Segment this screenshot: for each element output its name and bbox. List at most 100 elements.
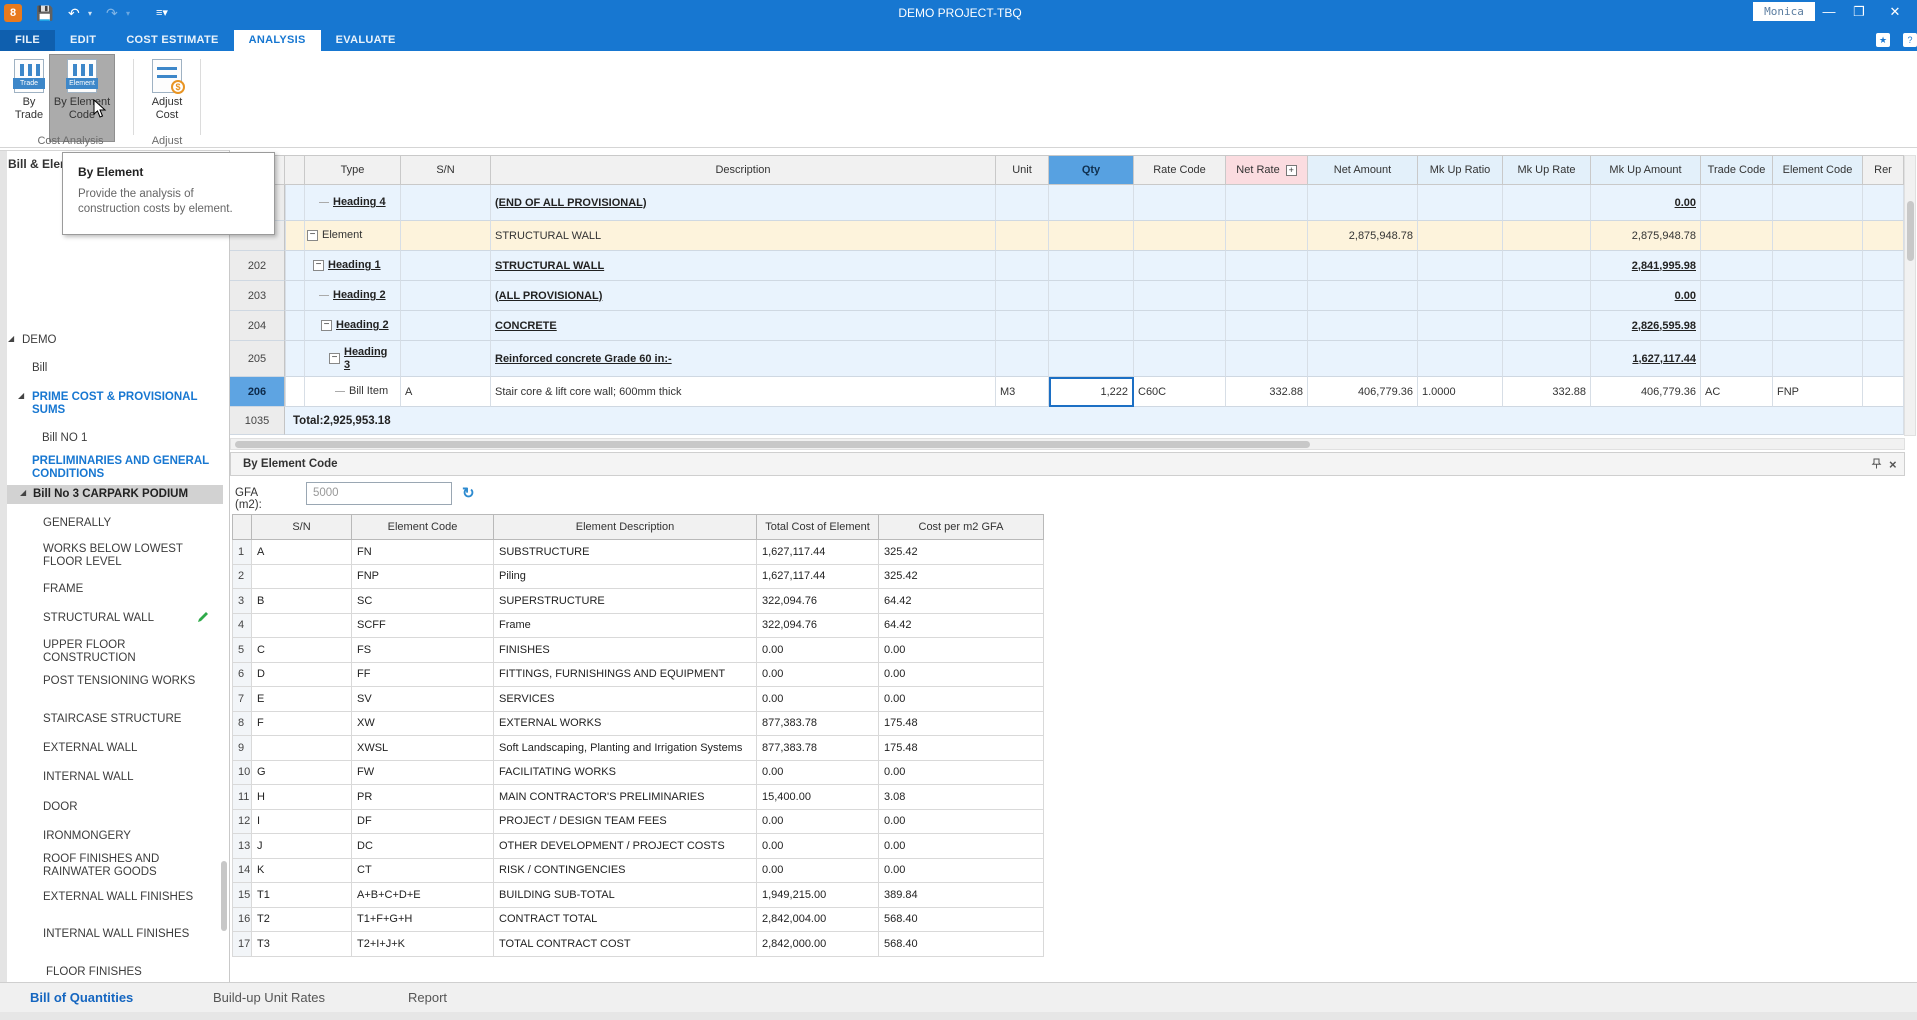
- close-button[interactable]: ✕: [1884, 4, 1906, 20]
- grid-column-header-qty[interactable]: Qty: [1049, 155, 1134, 185]
- element-table-row-11[interactable]: 11HPRMAIN CONTRACTOR'S PRELIMINARIES15,4…: [232, 785, 1044, 810]
- help-icon[interactable]: ?: [1903, 33, 1917, 47]
- grid-cell-desc[interactable]: STRUCTURAL WALL: [491, 221, 996, 251]
- restore-button[interactable]: ❐: [1848, 4, 1870, 20]
- footer-tab-bill-of-quantities[interactable]: Bill of Quantities: [30, 990, 133, 1005]
- ribbon-button-by-trade[interactable]: TradeByTrade: [8, 55, 50, 141]
- grid-cell-qty[interactable]: [1049, 341, 1134, 377]
- grid-row-204[interactable]: 204−Heading 2CONCRETE2,826,595.98: [230, 311, 1904, 341]
- element-table-row-9[interactable]: 9XWSLSoft Landscaping, Planting and Irri…: [232, 736, 1044, 761]
- grid-cell-desc[interactable]: (ALL PROVISIONAL): [491, 281, 996, 311]
- grid-column-header-element_code[interactable]: Element Code: [1773, 155, 1863, 185]
- ribbon-button-by-element-code[interactable]: ElementBy ElementCode: [50, 55, 114, 141]
- grid-cell-qty[interactable]: [1049, 221, 1134, 251]
- sidebar-item-post-tensioning-works[interactable]: POST TENSIONING WORKS: [43, 675, 221, 688]
- sidebar-item-roof-finishes-and-rainwater-goods[interactable]: ROOF FINISHES AND RAINWATER GOODS: [43, 853, 221, 879]
- sidebar-item-staircase-structure[interactable]: STAIRCASE STRUCTURE: [43, 713, 221, 726]
- menu-tab-analysis[interactable]: ANALYSIS: [234, 30, 321, 51]
- sidebar-item-generally[interactable]: GENERALLY: [43, 517, 221, 530]
- grid-cell-desc[interactable]: CONCRETE: [491, 311, 996, 341]
- grid-column-header-desc[interactable]: Description: [491, 155, 996, 185]
- sidebar-scrollbar-thumb[interactable]: [221, 861, 227, 931]
- collapse-box-icon[interactable]: −: [321, 320, 332, 331]
- grid-column-header-net_amount[interactable]: Net Amount: [1308, 155, 1418, 185]
- edit-pencil-icon[interactable]: [196, 610, 210, 624]
- tree-expander-icon[interactable]: ◢: [8, 334, 14, 343]
- element-table-row-7[interactable]: 7ESVSERVICES0.000.00: [232, 687, 1044, 712]
- grid-cell-qty[interactable]: [1049, 311, 1134, 341]
- sidebar-item-demo[interactable]: DEMO: [22, 334, 200, 347]
- grid-cell-qty[interactable]: [1049, 251, 1134, 281]
- element-table-header-blank[interactable]: [232, 514, 252, 540]
- pin-panel-icon[interactable]: ★: [1876, 33, 1890, 47]
- grid-cell-qty[interactable]: [1049, 281, 1134, 311]
- menu-tab-edit[interactable]: EDIT: [55, 30, 111, 51]
- element-table-header-code[interactable]: Element Code: [352, 514, 494, 540]
- redo-icon[interactable]: ↷: [106, 3, 118, 23]
- customize-toolbar-icon[interactable]: ≡▾: [156, 3, 168, 23]
- element-table-header-cost[interactable]: Cost per m2 GFA: [879, 514, 1044, 540]
- grid-column-header-type[interactable]: Type: [305, 155, 401, 185]
- sidebar-item-prime-cost-provisional-sums[interactable]: PRIME COST & PROVISIONAL SUMS: [32, 391, 210, 417]
- element-table-row-4[interactable]: 4SCFFFrame322,094.7664.42: [232, 614, 1044, 639]
- menu-tab-evaluate[interactable]: EVALUATE: [321, 30, 411, 51]
- element-table-row-1[interactable]: 1AFNSUBSTRUCTURE1,627,117.44325.42: [232, 540, 1044, 565]
- refresh-icon[interactable]: ↻: [462, 484, 475, 502]
- element-table-row-6[interactable]: 6DFFFITTINGS, FURNISHINGS AND EQUIPMENT0…: [232, 663, 1044, 688]
- grid-column-header-rer[interactable]: Rer: [1863, 155, 1904, 185]
- grid-column-header-trade_code[interactable]: Trade Code: [1701, 155, 1773, 185]
- grid-row-205[interactable]: 205−Heading 3Reinforced concrete Grade 6…: [230, 341, 1904, 377]
- sidebar-item-bill[interactable]: Bill: [32, 362, 210, 375]
- grid-column-header-rate_code[interactable]: Rate Code: [1134, 155, 1226, 185]
- footer-tab-report[interactable]: Report: [408, 990, 447, 1005]
- undo-dropdown-icon[interactable]: ▾: [88, 9, 92, 18]
- grid-cell-desc[interactable]: STRUCTURAL WALL: [491, 251, 996, 281]
- app-logo-icon[interactable]: 8: [4, 4, 22, 22]
- ribbon-button-adjust-cost[interactable]: $AdjustCost: [138, 55, 196, 141]
- pin-icon[interactable]: [1871, 457, 1882, 473]
- undo-icon[interactable]: ↶: [68, 3, 80, 23]
- grid-row-203[interactable]: 203Heading 2(ALL PROVISIONAL)0.00: [230, 281, 1904, 311]
- element-table-header-sn[interactable]: S/N: [252, 514, 352, 540]
- element-table-row-10[interactable]: 10GFWFACILITATING WORKS0.000.00: [232, 761, 1044, 786]
- tree-expander-icon[interactable]: ◢: [20, 488, 26, 497]
- grid-column-header-mkup_amount[interactable]: Mk Up Amount: [1591, 155, 1701, 185]
- element-table-header-desc[interactable]: Element Description: [494, 514, 757, 540]
- grid-row-202[interactable]: 202−Heading 1STRUCTURAL WALL2,841,995.98: [230, 251, 1904, 281]
- grid-cell-desc[interactable]: Reinforced concrete Grade 60 in:-: [491, 341, 996, 377]
- sidebar-item-internal-wall-finishes[interactable]: INTERNAL WALL FINISHES: [43, 928, 221, 941]
- element-table-row-15[interactable]: 15T1A+B+C+D+EBUILDING SUB-TOTAL1,949,215…: [232, 883, 1044, 908]
- sidebar-item-door[interactable]: DOOR: [43, 801, 221, 814]
- element-table-row-17[interactable]: 17T3T2+I+J+KTOTAL CONTRACT COST2,842,000…: [232, 932, 1044, 957]
- grid-cell-qty[interactable]: 1,222: [1049, 377, 1134, 407]
- collapse-box-icon[interactable]: −: [307, 230, 318, 241]
- element-table-row-3[interactable]: 3BSCSUPERSTRUCTURE322,094.7664.42: [232, 589, 1044, 614]
- grid-cell-desc[interactable]: Stair core & lift core wall; 600mm thick: [491, 377, 996, 407]
- collapse-box-icon[interactable]: −: [329, 353, 340, 364]
- element-table-row-5[interactable]: 5CFSFINISHES0.000.00: [232, 638, 1044, 663]
- element-table-row-14[interactable]: 14KCTRISK / CONTINGENCIES0.000.00: [232, 859, 1044, 884]
- menu-tab-file[interactable]: FILE: [0, 30, 55, 51]
- grid-column-header-mkup_rate[interactable]: Mk Up Rate: [1503, 155, 1591, 185]
- sidebar-item-structural-wall[interactable]: STRUCTURAL WALL: [43, 612, 221, 625]
- grid-column-header-indent[interactable]: [285, 155, 305, 185]
- grid-cell-qty[interactable]: [1049, 185, 1134, 221]
- sidebar-item-bill-no-1[interactable]: Bill NO 1: [42, 432, 220, 445]
- sidebar-item-works-below-lowest-floor-level[interactable]: WORKS BELOW LOWEST FLOOR LEVEL: [43, 543, 221, 569]
- grid-column-header-unit[interactable]: Unit: [996, 155, 1049, 185]
- sidebar-item-internal-wall[interactable]: INTERNAL WALL: [43, 771, 221, 784]
- grid-vscroll-thumb[interactable]: [1907, 201, 1914, 261]
- sidebar-item-bill-no-3-carpark-podium[interactable]: Bill No 3 CARPARK PODIUM: [7, 485, 223, 504]
- sidebar-item-external-wall-finishes[interactable]: EXTERNAL WALL FINISHES: [43, 891, 221, 904]
- sidebar-item-upper-floor-construction[interactable]: UPPER FLOOR CONSTRUCTION: [43, 639, 221, 665]
- by-element-code-panel-header[interactable]: By Element Code ×: [230, 452, 1905, 476]
- sidebar-item-external-wall[interactable]: EXTERNAL WALL: [43, 742, 221, 755]
- element-table-row-13[interactable]: 13JDCOTHER DEVELOPMENT / PROJECT COSTS0.…: [232, 834, 1044, 859]
- gfa-input[interactable]: 5000: [306, 482, 452, 505]
- footer-tab-build-up-unit-rates[interactable]: Build-up Unit Rates: [213, 990, 325, 1005]
- panel-close-icon[interactable]: ×: [1889, 457, 1897, 473]
- collapse-box-icon[interactable]: −: [313, 260, 324, 271]
- element-table-row-8[interactable]: 8FXWEXTERNAL WORKS877,383.78175.48: [232, 712, 1044, 737]
- save-icon[interactable]: 💾: [36, 3, 53, 23]
- element-table-row-12[interactable]: 12IDFPROJECT / DESIGN TEAM FEES0.000.00: [232, 810, 1044, 835]
